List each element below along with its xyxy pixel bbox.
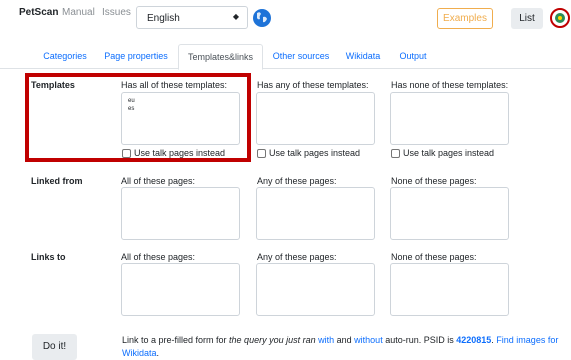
globe-icon[interactable] xyxy=(252,8,272,28)
linked-from-any-textarea[interactable] xyxy=(256,187,375,240)
talk-label: Use talk pages instead xyxy=(269,148,361,158)
links-to-any-textarea[interactable] xyxy=(256,263,375,316)
footer-text-part: . xyxy=(156,348,160,358)
brand-link[interactable]: PetScan xyxy=(19,7,58,18)
without-autorun-link[interactable]: without xyxy=(354,335,383,345)
list-button[interactable]: List xyxy=(511,8,543,29)
examples-button[interactable]: Examples xyxy=(437,8,493,29)
tab-wikidata[interactable]: Wikidata xyxy=(340,44,386,69)
tab-bar: Categories Page properties Templates&lin… xyxy=(0,44,571,70)
footer-text-part: and xyxy=(334,335,355,345)
checkbox-icon[interactable] xyxy=(257,149,266,158)
linked-from-all-textarea[interactable] xyxy=(121,187,240,240)
tab-categories[interactable]: Categories xyxy=(37,44,93,69)
linked-from-label: Linked from xyxy=(31,176,83,186)
linked-from-all-label: All of these pages: xyxy=(121,176,196,186)
linked-from-none-label: None of these pages: xyxy=(391,176,477,186)
highlight-box xyxy=(25,73,251,162)
links-to-label: Links to xyxy=(31,252,66,262)
checkbox-icon[interactable] xyxy=(391,149,400,158)
templates-any-textarea[interactable] xyxy=(256,92,375,145)
user-icon[interactable] xyxy=(550,8,570,28)
footer-text-part: Link to a pre-filled form for xyxy=(122,335,230,345)
links-to-none-label: None of these pages: xyxy=(391,252,477,262)
linked-from-any-label: Any of these pages: xyxy=(257,176,337,186)
tab-page-properties[interactable]: Page properties xyxy=(98,44,174,69)
links-to-none-textarea[interactable] xyxy=(390,263,509,316)
templates-none-label: Has none of these templates: xyxy=(391,80,509,90)
language-select-value: English xyxy=(147,13,180,24)
with-autorun-link[interactable]: with xyxy=(318,335,334,345)
tab-templates-links[interactable]: Templates&links xyxy=(178,44,263,70)
chevron-down-icon: ◆ xyxy=(232,12,239,21)
psid-value: 4220815 xyxy=(456,335,492,345)
links-to-any-label: Any of these pages: xyxy=(257,252,337,262)
tab-other-sources[interactable]: Other sources xyxy=(267,44,335,69)
links-to-all-label: All of these pages: xyxy=(121,252,196,262)
tab-output[interactable]: Output xyxy=(392,44,434,69)
do-it-button[interactable]: Do it! xyxy=(32,334,77,360)
language-select[interactable]: English ◆ xyxy=(136,6,248,29)
permalink-text: Link to a pre-filled form for the query … xyxy=(122,334,562,360)
footer-italic-text: the query you just ran xyxy=(229,335,316,345)
footer-text-part: auto-run. PSID is xyxy=(382,335,457,345)
links-to-all-textarea[interactable] xyxy=(121,263,240,316)
talk-label: Use talk pages instead xyxy=(403,148,495,158)
navbar: PetScan Manual Issues English ◆ Examples… xyxy=(0,0,571,40)
manual-link[interactable]: Manual xyxy=(62,7,95,18)
templates-any-label: Has any of these templates: xyxy=(257,80,369,90)
linked-from-none-textarea[interactable] xyxy=(390,187,509,240)
issues-link[interactable]: Issues xyxy=(102,7,131,18)
templates-none-textarea[interactable] xyxy=(390,92,509,145)
